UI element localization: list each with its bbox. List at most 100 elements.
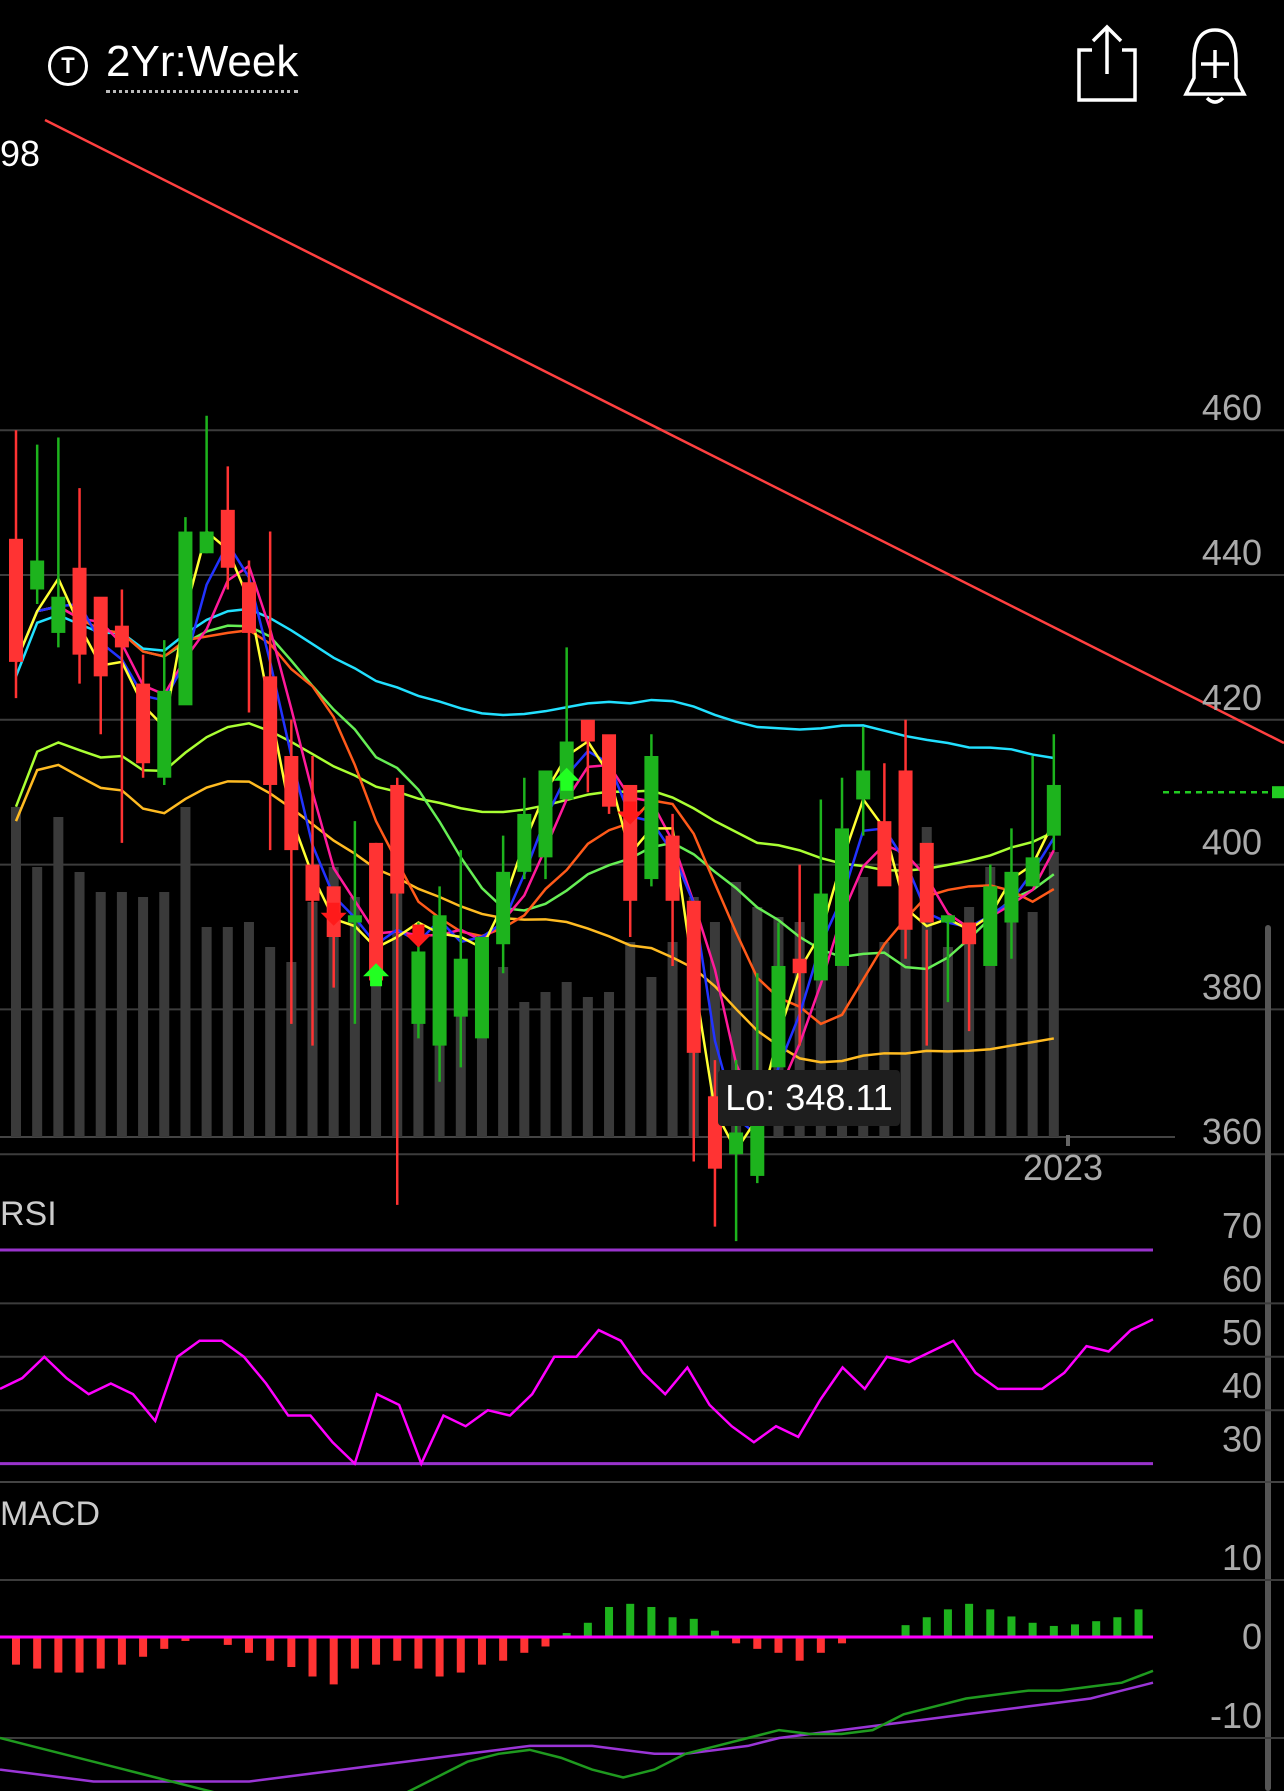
candle-down <box>263 676 278 785</box>
volume-bar <box>265 947 276 1137</box>
candle-down <box>877 821 892 887</box>
candle-down <box>602 734 617 807</box>
macd-histogram-bar <box>54 1637 63 1673</box>
rsi-tick-label: 50 <box>1222 1312 1262 1353</box>
ma-blue-line <box>14 541 1055 1138</box>
price-tick-label: 380 <box>1202 966 1262 1007</box>
ma-gold-line <box>14 763 1055 1064</box>
macd-histogram-bar <box>605 1606 614 1637</box>
macd-histogram-bar <box>1028 1622 1037 1637</box>
price-tick-label: 400 <box>1202 822 1262 863</box>
candle-up <box>199 531 214 554</box>
macd-histogram-bar <box>414 1637 423 1669</box>
candle-up <box>813 893 828 981</box>
macd-histogram-bar <box>1049 1625 1058 1637</box>
macd-histogram-bar <box>583 1622 592 1637</box>
macd-histogram-bar <box>943 1609 952 1637</box>
macd-histogram-bar <box>1092 1621 1101 1637</box>
candle-down <box>284 756 299 851</box>
volume-bar <box>625 942 636 1137</box>
macd-histogram-bar <box>33 1637 42 1669</box>
rsi-panel: RSI 70 60 50 40 30 <box>0 1195 1284 1483</box>
macd-histogram-bar <box>266 1637 275 1661</box>
macd-label: MACD <box>0 1495 100 1533</box>
candle-up <box>835 828 850 966</box>
macd-line <box>0 1669 1154 1791</box>
volume-bar <box>1027 912 1038 1137</box>
candle-up <box>983 886 998 966</box>
candle-up <box>538 770 553 858</box>
macd-histogram-bar <box>244 1637 253 1653</box>
volume-bar <box>667 942 678 1137</box>
candle-up <box>51 596 66 633</box>
candle-down <box>390 784 405 894</box>
candle-up <box>517 813 532 872</box>
rsi-tick-label: 30 <box>1222 1419 1262 1460</box>
rsi-tick-label: 60 <box>1222 1258 1262 1299</box>
macd-histogram-bar <box>372 1637 381 1665</box>
volume-bar <box>519 1002 530 1137</box>
candle-up <box>940 915 955 923</box>
candle-up <box>771 965 786 1068</box>
macd-histogram-bar <box>499 1637 508 1661</box>
candle-down <box>898 770 913 930</box>
candle-up <box>30 560 45 590</box>
rsi-line <box>0 1318 1154 1467</box>
x-axis-label-2023: 2023 <box>1023 1147 1103 1188</box>
candle-down <box>665 835 680 901</box>
candle-down <box>114 625 129 648</box>
macd-tick-label: 0 <box>1242 1616 1262 1657</box>
macd-histogram-bar <box>520 1637 529 1653</box>
candle-up <box>474 937 489 1039</box>
price-chart[interactable]: Lo: 348.11 RSI 70 60 50 40 30 MACD 10 0 -10 460 4… <box>0 0 1284 1791</box>
candle-down <box>9 538 23 662</box>
candle-up <box>453 958 468 1017</box>
macd-histogram-bar <box>96 1637 105 1669</box>
macd-histogram-bar <box>774 1637 783 1653</box>
volume-bar <box>11 807 21 1137</box>
volume-bar <box>95 892 106 1137</box>
candle-up <box>1046 784 1061 836</box>
candle-up <box>178 531 193 706</box>
candle-down <box>241 582 256 633</box>
low-label: Lo: 348.11 <box>725 1077 892 1118</box>
macd-histogram-bar <box>795 1637 804 1661</box>
volume-bar <box>53 817 64 1137</box>
macd-histogram-bar <box>435 1637 444 1677</box>
macd-histogram-bar <box>668 1617 677 1637</box>
macd-histogram-bar <box>117 1637 126 1665</box>
trendline <box>44 118 1284 745</box>
macd-histogram-bar <box>689 1618 698 1637</box>
candle-down <box>93 596 108 677</box>
volume-bar <box>74 872 85 1137</box>
rsi-tick-label: 40 <box>1222 1365 1262 1406</box>
ma-yellow-line <box>14 529 1055 1154</box>
macd-histogram-bar <box>626 1603 635 1637</box>
macd-histogram-bar <box>901 1625 910 1637</box>
volume-bar <box>371 972 382 1137</box>
macd-histogram-bar <box>350 1637 359 1669</box>
macd-histogram-bar <box>1134 1609 1143 1637</box>
volume-bar <box>604 992 615 1137</box>
macd-histogram-bar <box>139 1637 148 1657</box>
price-tick-label: 460 <box>1202 387 1262 428</box>
macd-histogram-bar <box>753 1637 762 1649</box>
ma-lightgreen-line <box>14 605 1055 971</box>
volume-bar <box>498 967 509 1137</box>
rsi-label: RSI <box>0 1195 57 1233</box>
rsi-tick-label: 70 <box>1222 1205 1262 1246</box>
macd-histogram-bar <box>986 1609 995 1637</box>
candle-up <box>644 756 659 880</box>
price-tick-label: 420 <box>1202 677 1262 718</box>
candle-down <box>686 900 701 1053</box>
candle-down <box>919 842 934 923</box>
candle-up <box>1025 857 1040 887</box>
macd-panel: MACD 10 0 -10 <box>0 1495 1284 1791</box>
macd-tick-label: 10 <box>1222 1537 1262 1578</box>
macd-histogram-bar <box>287 1637 296 1668</box>
volume-bar <box>201 927 212 1137</box>
candle-up <box>1004 871 1019 923</box>
candle-down <box>962 922 977 945</box>
candle-up <box>157 690 172 778</box>
candle-up <box>729 1132 744 1155</box>
